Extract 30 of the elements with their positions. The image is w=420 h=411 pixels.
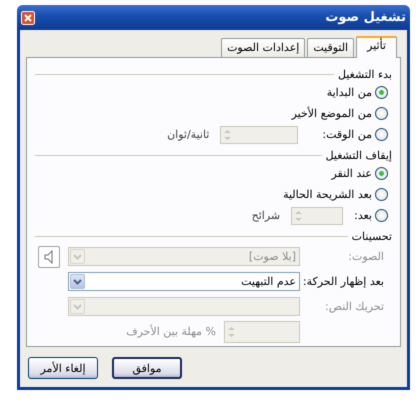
radio-button[interactable] [375, 128, 388, 141]
speaker-icon [44, 250, 54, 264]
radio-label: من البداية [326, 86, 372, 99]
dialog-button[interactable]: إلغاء الأمر [28, 357, 98, 379]
tab[interactable]: التوقيت [307, 38, 354, 57]
radio-button[interactable] [375, 188, 388, 201]
radio-button[interactable] [375, 209, 388, 222]
unit-label: شرائح [252, 209, 280, 222]
dialog-button[interactable]: موافق [112, 357, 182, 379]
radio-button[interactable] [375, 86, 388, 99]
unit-label: % مهلة بين الأحرف [126, 325, 216, 338]
close-icon[interactable] [21, 10, 35, 24]
tab[interactable]: تأثير [356, 36, 397, 58]
tab[interactable]: إعدادات الصوت [221, 38, 306, 57]
radio-label: من الوقت: [322, 128, 372, 141]
window-title: تشغيل صوت [325, 10, 406, 25]
group-heading: بدء التشغيل [338, 68, 392, 80]
radio-label: بعد: [354, 209, 372, 222]
radio-label: عند النقر [331, 167, 372, 180]
radio-label: بعد الشريحة الحالية [283, 188, 372, 201]
field-label: بعد إظهار الحركة: [302, 275, 385, 288]
field-label: الصوت: [347, 250, 385, 263]
radio-label: من الموضع الأخير [292, 107, 372, 120]
field-label: تحريك النص: [324, 300, 385, 313]
unit-label: ثانية/ثوان [167, 128, 210, 141]
group-heading: إيقاف التشغيل [326, 148, 392, 162]
radio-button[interactable] [375, 107, 388, 120]
radio-button[interactable] [375, 167, 388, 180]
dropdown[interactable]: عدم التبهيت [68, 272, 300, 291]
group-heading: تحسينات [352, 230, 392, 242]
